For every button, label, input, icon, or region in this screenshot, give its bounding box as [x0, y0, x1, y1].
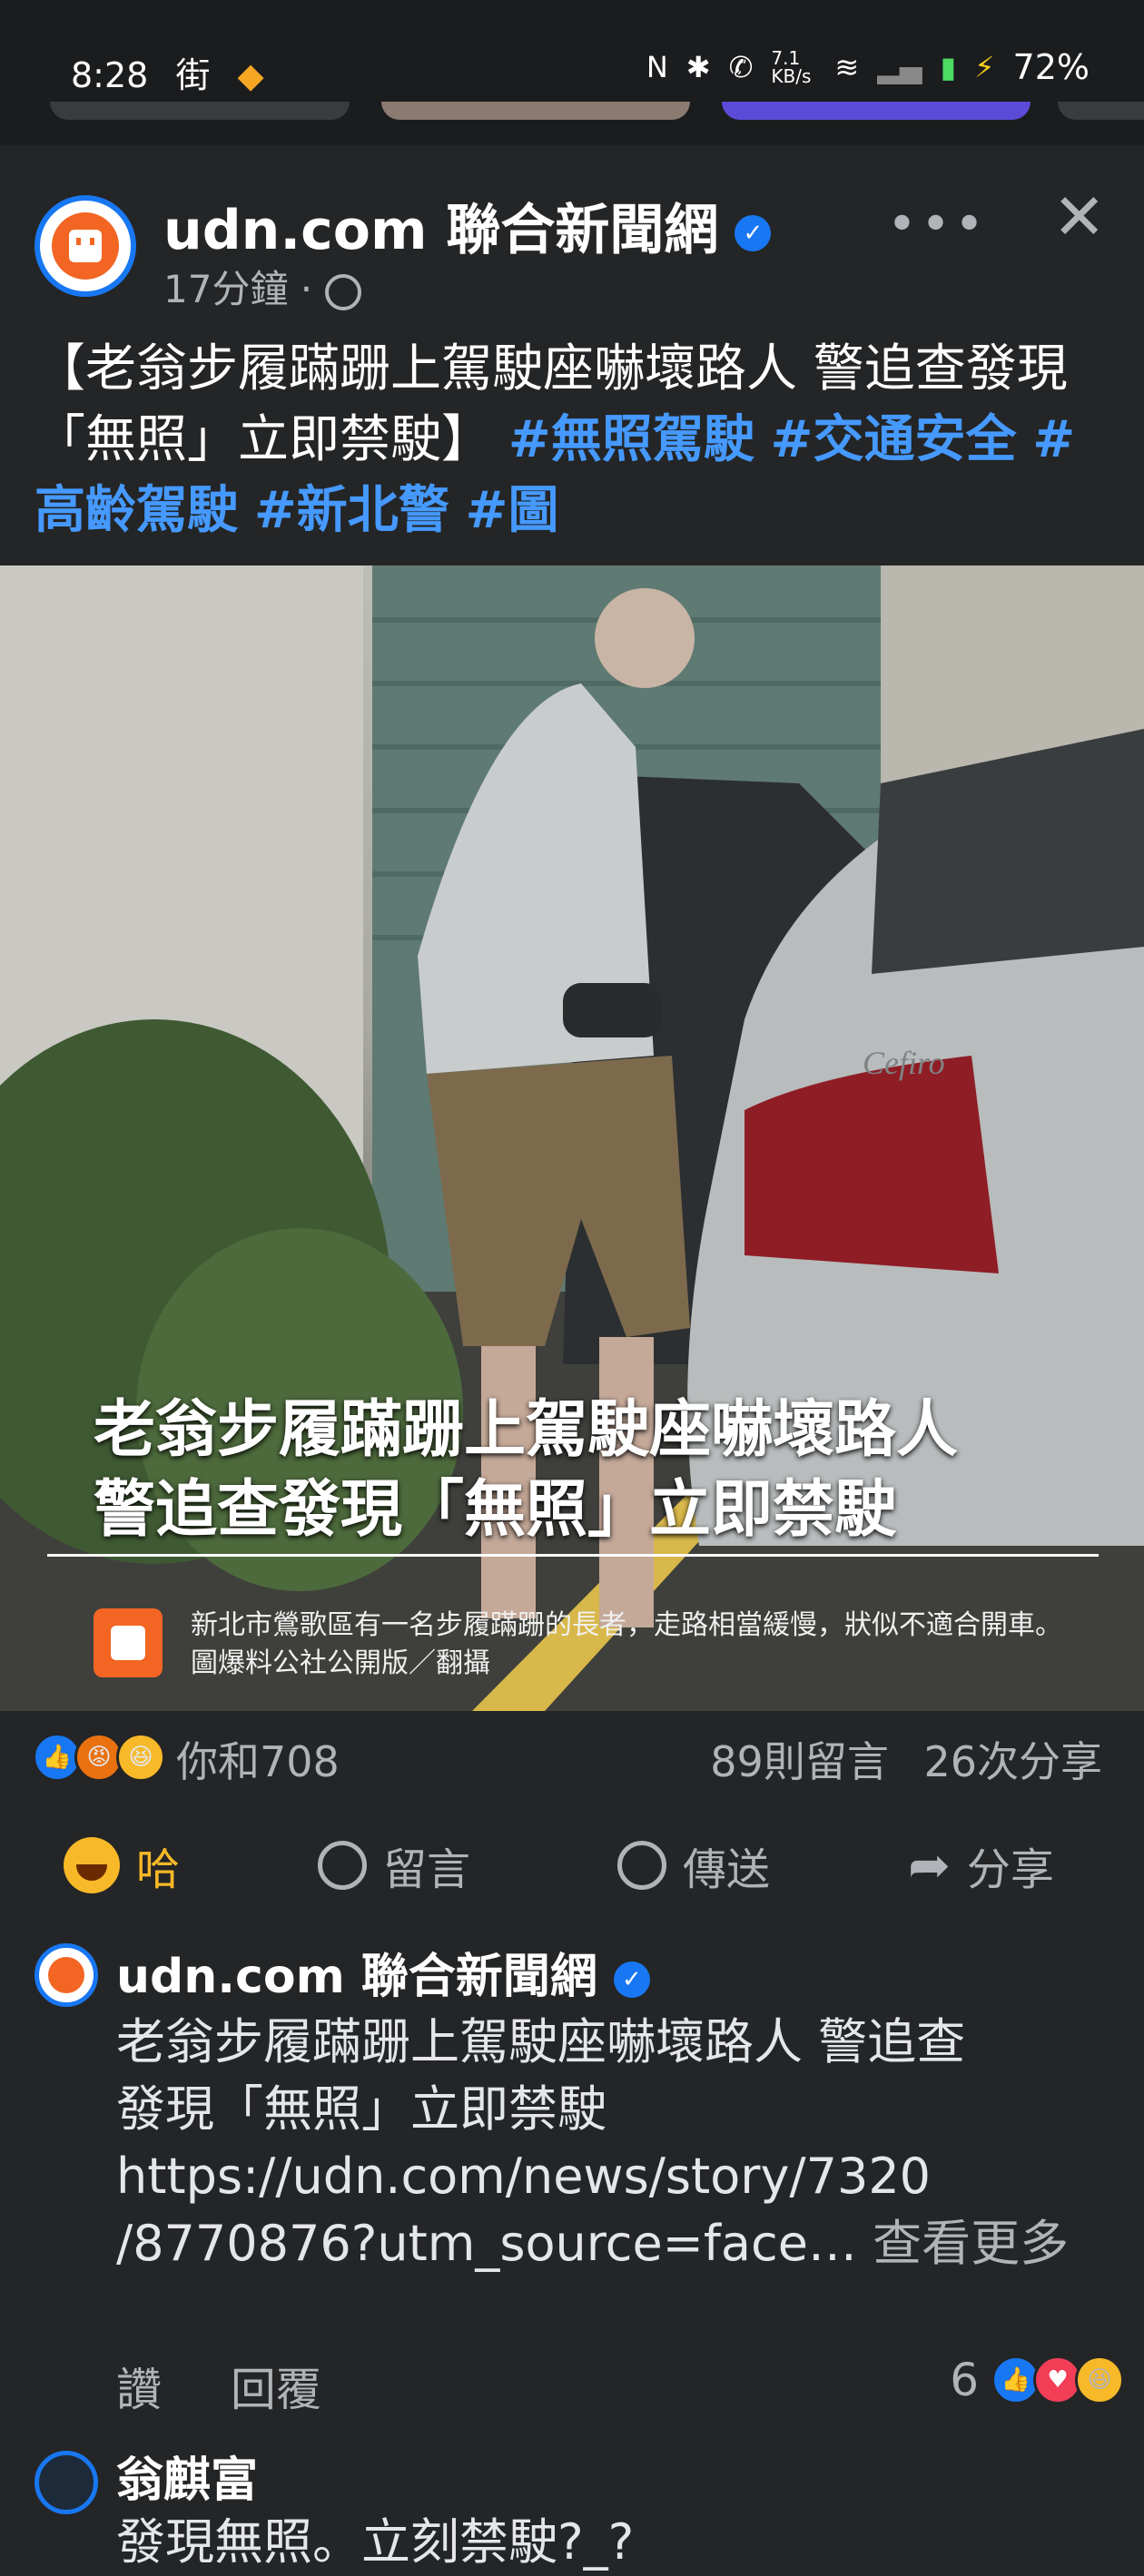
commenter-name[interactable]: udn.com 聯合新聞網 [116, 1950, 597, 2004]
story-thumb[interactable] [722, 102, 1031, 120]
notification-icon: ◆ [237, 55, 264, 95]
hashtag[interactable]: #圖 [466, 481, 559, 540]
wifi-icon: ≋ [834, 50, 860, 84]
car-badge-text: Cefiro [863, 1045, 945, 1081]
comment-button[interactable]: 留言 [318, 1824, 470, 1906]
haha-reaction-icon: 😆 [1075, 2355, 1124, 2404]
commenter-avatar[interactable] [35, 1943, 98, 2007]
call-icon: ✆ [728, 50, 754, 84]
shares-count[interactable]: 26次分享 [923, 1737, 1102, 1786]
comment: 翁麒富 發現無照。立刻禁駛?_? [0, 2442, 1144, 2571]
see-more-link[interactable]: 查看更多 [873, 2215, 1069, 2272]
send-button[interactable]: 傳送 [617, 1824, 770, 1906]
comment-text: 發現無照。立刻禁駛?_? [116, 2513, 635, 2571]
haha-label: 哈 [136, 1844, 181, 1895]
comment-link[interactable]: https://udn.com/news/story/7320 [116, 2143, 1115, 2210]
haha-icon [64, 1837, 120, 1893]
photo-credit: 新北市鶯歌區有一名步履蹣跚的長者，走路相當緩慢，狀似不適合開車。圖爆料公社公開版… [191, 1609, 1062, 1679]
reaction-count[interactable]: 你和708 [176, 1729, 340, 1789]
comment-icon [318, 1841, 367, 1890]
comment-reaction-count: 6 [950, 2354, 979, 2406]
close-icon[interactable]: ✕ [1052, 180, 1106, 254]
hashtag[interactable]: #交通安全 [771, 410, 1017, 469]
udn-logo-icon [52, 212, 119, 280]
reply-comment-button[interactable]: 回覆 [231, 2364, 321, 2416]
share-icon: ➦ [908, 1835, 951, 1895]
comments-count[interactable]: 89則留言 [710, 1737, 889, 1786]
share-label: 分享 [966, 1844, 1054, 1895]
like-comment-button[interactable]: 讚 [116, 2364, 162, 2416]
send-label: 傳送 [683, 1844, 771, 1895]
photo-caption-line: 警追查發現「無照」立即禁駛 [94, 1474, 897, 1546]
stories-strip[interactable] [0, 102, 1144, 145]
post-text: 【老翁步履蹣跚上駕駛座嚇壞路人 警追查發現「無照」立即禁駛】 #無照駕駛 #交通… [35, 334, 1115, 546]
story-thumb[interactable] [50, 102, 350, 120]
page-name[interactable]: udn.com 聯合新聞網 [163, 199, 718, 262]
haha-button[interactable]: 哈 [64, 1824, 180, 1906]
comment-reactions[interactable]: 6 👍 ♥ 😆 [950, 2354, 1124, 2406]
status-bar: 8:28 街 ◆ N ✱ ✆ 7.1 KB/s ≋ ▂▄ ▮ ⚡ 72% [0, 0, 1144, 145]
signal-icon: ▂▄ [877, 50, 922, 84]
comment-line: 老翁步履蹣跚上駕駛座嚇壞路人 警追查 [116, 2013, 966, 2070]
commenter-name[interactable]: 翁麒富 [116, 2442, 258, 2510]
story-thumb[interactable] [381, 102, 690, 120]
verified-badge-icon: ✓ [613, 1961, 650, 1998]
photo-caption: 老翁步履蹣跚上駕駛座嚇壞路人 警追查發現「無照」立即禁駛 [94, 1391, 1092, 1550]
commenter-avatar[interactable] [35, 2451, 98, 2514]
battery-level: 72% [1012, 47, 1090, 87]
globe-icon [325, 273, 362, 310]
status-time: 8:28 [71, 55, 149, 95]
hashtag[interactable]: #無照駕駛 [508, 410, 754, 469]
udn-credit-logo-icon [94, 1608, 163, 1677]
verified-badge-icon: ✓ [735, 215, 772, 252]
carrier-label: 街 [175, 55, 211, 95]
hashtag[interactable]: #新北警 [254, 481, 449, 540]
comment-line: 發現「無照」立即禁駛 [116, 2080, 607, 2138]
more-options-icon[interactable]: ••• [887, 195, 988, 254]
comment-link[interactable]: /8770876?utm_source=face… [116, 2215, 857, 2272]
battery-icon: ▮ [940, 50, 957, 84]
haha-reaction-icon: 😆 [116, 1733, 165, 1782]
head-shape [595, 588, 695, 688]
post-timestamp: 17分鐘 · [163, 267, 313, 311]
photo-caption-line: 老翁步履蹣跚上駕駛座嚇壞路人 [94, 1394, 959, 1466]
reactions-summary[interactable]: 👍 😡 😆 你和708 89則留言 26次分享 [33, 1729, 1113, 1793]
messenger-icon [617, 1841, 666, 1890]
nfc-icon: N [646, 50, 668, 84]
comment-text: 老翁步履蹣跚上駕駛座嚇壞路人 警追查 發現「無照」立即禁駛 https://ud… [116, 2009, 1115, 2277]
bluetooth-icon: ✱ [685, 50, 711, 84]
caption-divider [47, 1554, 1099, 1557]
story-thumb[interactable] [1058, 102, 1144, 120]
net-speed: 7.1 KB/s [771, 47, 812, 87]
charging-icon: ⚡ [974, 50, 995, 84]
share-button[interactable]: ➦ 分享 [908, 1824, 1054, 1906]
comment-label: 留言 [383, 1844, 471, 1895]
waist-bag-shape [563, 983, 663, 1037]
post-actions: 哈 留言 傳送 ➦ 分享 [0, 1824, 1144, 1906]
comment: udn.com 聯合新聞網 ✓ 老翁步履蹣跚上駕駛座嚇壞路人 警追查 發現「無照」… [0, 1938, 1144, 2428]
page-avatar[interactable] [35, 195, 136, 297]
